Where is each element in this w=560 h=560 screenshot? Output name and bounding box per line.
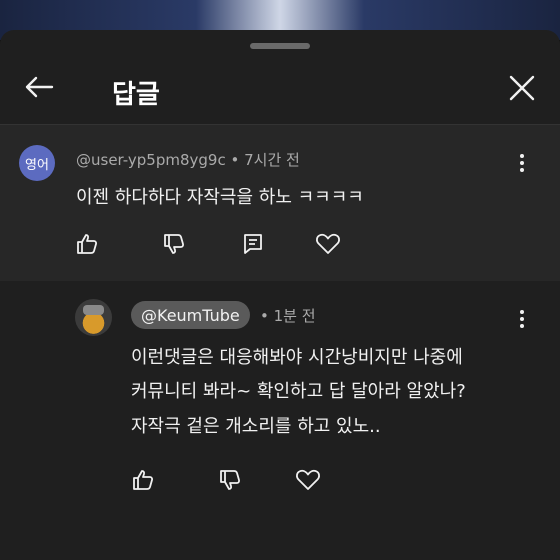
more-options-button[interactable]: [512, 149, 532, 177]
like-button[interactable]: [72, 229, 102, 259]
more-options-button[interactable]: [512, 305, 532, 333]
back-arrow-icon: [25, 76, 54, 98]
author-handle[interactable]: @KeumTube: [131, 301, 250, 329]
replies-header: 답글: [0, 30, 560, 124]
kebab-dot: [520, 168, 524, 172]
reply-button[interactable]: [238, 229, 268, 259]
comment-icon: [244, 234, 262, 254]
page-title: 답글: [112, 80, 160, 110]
heart-button[interactable]: [293, 465, 323, 495]
meta-separator: •: [225, 151, 245, 169]
comment-text-line: 커뮤니티 봐라~ 확인하고 답 달아라 알았나?: [131, 381, 466, 402]
kebab-dot: [520, 161, 524, 165]
comment-meta: • 1분 전: [260, 305, 316, 326]
heart-icon: [296, 469, 320, 490]
close-button[interactable]: [504, 70, 540, 106]
comment-text-line: 이런댓글은 대응해봐야 시간낭비지만 나중에: [131, 347, 463, 368]
kebab-dot: [520, 154, 524, 158]
avatar[interactable]: [75, 299, 112, 336]
comment-text: 이젠 하다하다 자작극을 하노 ㅋㅋㅋㅋ: [76, 187, 364, 208]
thumbs-down-icon: [220, 470, 241, 490]
comment-text-line: 자작극 겉은 개소리를 하고 있노..: [131, 416, 381, 437]
heart-icon: [316, 233, 340, 254]
like-button[interactable]: [128, 465, 158, 495]
timestamp: 1분 전: [273, 307, 316, 325]
close-icon: [509, 75, 535, 101]
timestamp: 7시간 전: [244, 151, 300, 169]
kebab-dot: [520, 310, 524, 314]
thumbs-up-icon: [77, 234, 98, 254]
avatar[interactable]: 영어: [19, 145, 55, 181]
meta-separator: •: [260, 307, 274, 325]
heart-button[interactable]: [313, 229, 343, 259]
author-handle[interactable]: @user-yp5pm8yg9c: [76, 151, 226, 169]
kebab-dot: [520, 317, 524, 321]
dislike-button[interactable]: [159, 229, 189, 259]
comment-meta: @user-yp5pm8yg9c • 7시간 전: [76, 149, 300, 170]
dislike-button[interactable]: [215, 465, 245, 495]
reply-comment: @KeumTube • 1분 전 이런댓글은 대응해봐야 시간낭비지만 나중에 …: [0, 281, 560, 560]
thumbs-down-icon: [164, 234, 185, 254]
parent-comment: 영어 @user-yp5pm8yg9c • 7시간 전 이젠 하다하다 자작극을…: [0, 125, 560, 281]
back-button[interactable]: [22, 70, 56, 104]
kebab-dot: [520, 324, 524, 328]
thumbs-up-icon: [133, 470, 154, 490]
